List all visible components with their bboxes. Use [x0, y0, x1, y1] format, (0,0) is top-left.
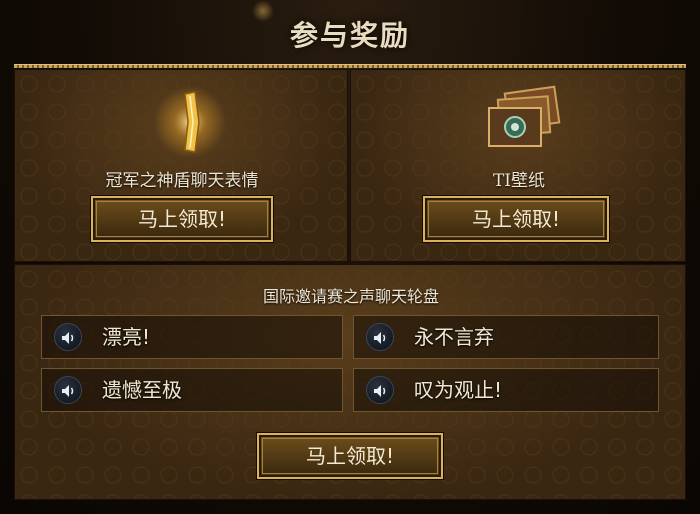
- chat-item-text: 漂亮!: [102, 325, 151, 349]
- chat-item-nice[interactable]: 漂亮!: [41, 315, 343, 359]
- reward-panel-emote: 冠军之神盾聊天表情 马上领取!: [14, 69, 348, 262]
- chat-item-text: 遗憾至极: [102, 378, 182, 402]
- reward-label-wallpaper: TI壁纸: [492, 171, 546, 191]
- chat-wheel-title: 国际邀请赛之声聊天轮盘: [262, 287, 439, 306]
- reward-label-emote: 冠军之神盾聊天表情: [105, 171, 259, 191]
- chat-item-text: 叹为观止!: [414, 378, 503, 402]
- chat-item-never-give-up[interactable]: 永不言弃: [353, 315, 659, 359]
- claim-chat-wheel-button[interactable]: 马上领取!: [257, 433, 443, 479]
- claim-emote-button[interactable]: 马上领取!: [91, 196, 273, 242]
- reward-window: 参与奖励 冠军之神盾聊天表情 马上领取! TI壁纸 马上领取! 国际邀请赛之声聊…: [0, 0, 700, 514]
- header-divider: [14, 64, 686, 68]
- claim-chat-wheel-button-label: 马上领取!: [262, 438, 438, 474]
- speaker-icon[interactable]: [54, 376, 82, 404]
- golden-shield-icon: [155, 86, 225, 158]
- claim-wallpaper-button[interactable]: 马上领取!: [423, 196, 609, 242]
- claim-emote-button-label: 马上领取!: [96, 201, 268, 237]
- chat-wheel-panel: 国际邀请赛之声聊天轮盘 漂亮! 永不言弃 遗憾至极 叹为观止! 马上领取!: [14, 264, 686, 500]
- chat-item-amazing[interactable]: 叹为观止!: [353, 368, 659, 412]
- reward-panel-wallpaper: TI壁纸 马上领取!: [350, 69, 686, 262]
- speaker-icon[interactable]: [366, 323, 394, 351]
- speaker-icon[interactable]: [366, 376, 394, 404]
- chat-item-regret[interactable]: 遗憾至极: [41, 368, 343, 412]
- chat-item-text: 永不言弃: [414, 325, 494, 349]
- speaker-icon[interactable]: [54, 323, 82, 351]
- wallpaper-cards-icon: [488, 85, 561, 147]
- page-title: 参与奖励: [289, 19, 410, 52]
- claim-wallpaper-button-label: 马上领取!: [428, 201, 604, 237]
